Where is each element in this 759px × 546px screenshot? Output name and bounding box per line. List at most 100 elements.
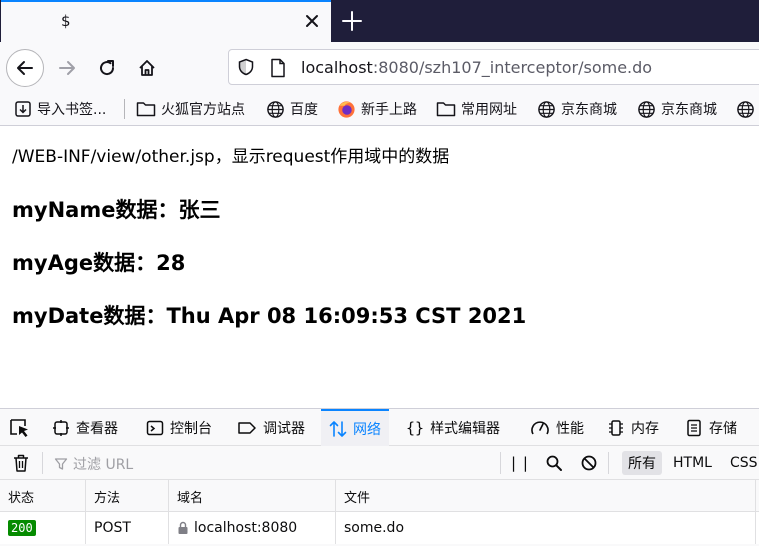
tab-console[interactable]: 控制台	[146, 409, 212, 446]
globe-icon	[267, 100, 284, 118]
firefox-icon	[338, 100, 355, 118]
new-tab-icon[interactable]	[340, 9, 364, 33]
file-cell: some.do	[336, 512, 756, 544]
navigation-toolbar: localhost:8080/szh107_interceptor/some.d…	[0, 42, 759, 92]
console-icon	[146, 420, 164, 435]
search-icon[interactable]	[545, 454, 563, 472]
block-icon[interactable]	[580, 454, 598, 472]
bookmark-common-sites[interactable]: 常用网址	[436, 98, 517, 120]
devtools-panel: 查看器 控制台 调试器 网络 {} 样式编辑器 性能 内存 存储 过滤 URL …	[0, 408, 759, 546]
tab-label: 查看器	[76, 420, 118, 437]
memory-icon	[609, 419, 623, 436]
bookmark-baidu[interactable]: 百度	[266, 98, 318, 120]
tab-label: 网络	[353, 421, 381, 438]
style-editor-icon: {}	[406, 418, 425, 437]
column-header-file[interactable]: 文件	[336, 480, 756, 512]
lock-icon	[178, 521, 188, 534]
my-age-heading: myAge数据：28	[12, 251, 186, 275]
domain-text: localhost:8080	[194, 520, 298, 536]
filter-url-input[interactable]: 过滤 URL	[54, 454, 133, 474]
filter-html-button[interactable]: HTML	[667, 451, 718, 475]
bookmarks-separator	[124, 99, 125, 119]
url-text[interactable]: localhost:8080/szh107_interceptor/some.d…	[301, 58, 652, 77]
back-button[interactable]	[6, 49, 44, 87]
network-icon	[329, 420, 347, 437]
tab-debugger[interactable]: 调试器	[237, 409, 305, 446]
bookmark-label: 京东商城	[561, 102, 617, 118]
tab-label: 控制台	[170, 420, 212, 437]
filter-placeholder: 过滤 URL	[73, 457, 134, 473]
storage-icon	[687, 419, 701, 436]
column-header-domain[interactable]: 域名	[169, 480, 336, 512]
performance-icon	[531, 420, 549, 434]
trash-icon[interactable]	[12, 453, 30, 473]
bookmark-import[interactable]: 导入书签...	[14, 98, 106, 120]
bookmark-label: 火狐官方站点	[161, 102, 245, 118]
method-cell: POST	[86, 512, 169, 544]
page-content: /WEB-INF/view/other.jsp，显示request作用域中的数据…	[0, 126, 759, 408]
debugger-icon	[238, 421, 256, 434]
folder-icon	[136, 102, 156, 117]
domain-cell: localhost:8080	[169, 512, 336, 544]
bookmark-label: 百度	[290, 102, 318, 118]
page-icon[interactable]	[269, 58, 287, 78]
url-path: :8080/szh107_interceptor/some.do	[372, 58, 653, 77]
tab-storage[interactable]: 存储	[685, 409, 737, 446]
url-bar[interactable]: localhost:8080/szh107_interceptor/some.d…	[228, 49, 759, 85]
network-toolbar: 过滤 URL | | 所有 HTML CSS	[0, 446, 759, 480]
tab-strip: $	[0, 0, 759, 42]
inspector-icon	[53, 419, 69, 436]
pause-button[interactable]: | |	[511, 454, 529, 472]
tab-label: 调试器	[263, 420, 305, 437]
globe-icon	[538, 100, 555, 118]
column-header-method[interactable]: 方法	[86, 480, 169, 512]
tab-memory[interactable]: 内存	[607, 409, 659, 446]
tab-style-editor[interactable]: {} 样式编辑器	[406, 409, 500, 446]
filter-css-button[interactable]: CSS	[724, 451, 759, 475]
status-badge: 200	[8, 520, 36, 536]
devtools-tabbar: 查看器 控制台 调试器 网络 {} 样式编辑器 性能 内存 存储	[0, 409, 759, 446]
reload-button[interactable]	[88, 49, 126, 87]
reload-icon	[100, 60, 115, 76]
column-header-status[interactable]: 状态	[0, 480, 86, 512]
tab-label: 存储	[709, 420, 737, 437]
my-name-heading: myName数据：张三	[12, 198, 221, 222]
bookmark-label: 新手上路	[361, 102, 417, 118]
bookmark-overflow[interactable]	[736, 98, 759, 120]
arrow-right-icon	[59, 61, 75, 75]
filter-all-button[interactable]: 所有	[622, 451, 662, 475]
table-row[interactable]: 200 POST localhost:8080 some.do	[0, 512, 759, 544]
close-tab-icon[interactable]	[301, 10, 323, 32]
toolbar-separator	[608, 452, 609, 474]
globe-icon	[638, 100, 655, 118]
status-cell: 200	[0, 512, 86, 544]
network-table-header: 状态 方法 域名 文件	[0, 480, 759, 512]
bookmark-getting-started[interactable]: 新手上路	[337, 98, 417, 120]
home-button[interactable]	[128, 49, 166, 87]
bookmark-jd-1[interactable]: 京东商城	[537, 98, 617, 120]
tab-performance[interactable]: 性能	[530, 409, 584, 446]
toolbar-separator	[42, 452, 43, 474]
browser-tab[interactable]: $	[1, 0, 331, 42]
home-icon	[139, 60, 155, 76]
tab-title: $	[61, 12, 71, 30]
element-picker-icon[interactable]	[8, 417, 32, 439]
folder-icon	[436, 102, 456, 117]
tab-network[interactable]: 网络	[321, 409, 389, 446]
globe-icon	[737, 100, 754, 118]
bookmark-label: 常用网址	[461, 102, 517, 118]
url-host: localhost	[301, 58, 373, 77]
forward-button[interactable]	[48, 49, 86, 87]
page-intro-text: /WEB-INF/view/other.jsp，显示request作用域中的数据	[12, 147, 450, 167]
bookmark-jd-2[interactable]: 京东商城	[637, 98, 717, 120]
arrow-left-icon	[17, 61, 33, 75]
shield-icon[interactable]	[237, 58, 255, 76]
tab-inspector[interactable]: 查看器	[52, 409, 118, 446]
import-icon	[15, 101, 31, 117]
bookmark-label: 导入书签...	[37, 102, 107, 118]
bookmarks-toolbar: 导入书签... 火狐官方站点 百度 新手上路 常用网址 京东商城 京东商城	[0, 92, 759, 126]
tab-label: 性能	[556, 420, 584, 437]
tab-label: 样式编辑器	[430, 420, 501, 437]
tab-label: 内存	[631, 420, 659, 437]
bookmark-firefox-official[interactable]: 火狐官方站点	[136, 98, 245, 120]
